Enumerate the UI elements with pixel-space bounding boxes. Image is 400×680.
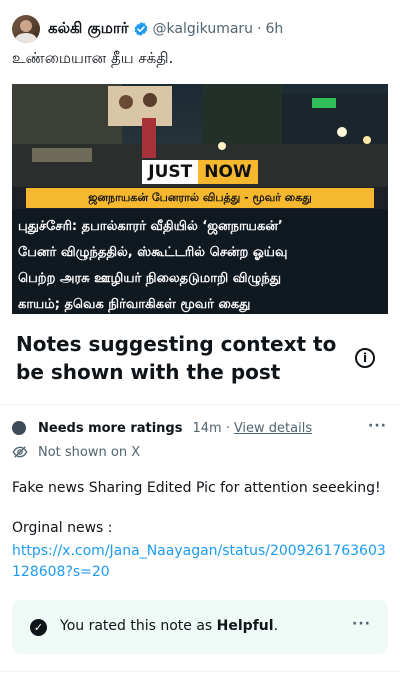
view-details-link[interactable]: View details <box>234 421 312 436</box>
just-now-badge-row: JUST NOW <box>12 160 388 184</box>
rating-more-icon[interactable]: ··· <box>352 616 371 632</box>
note-text: Fake news Sharing Edited Pic for attenti… <box>12 480 381 496</box>
rating-confirmation: ✓ You rated this note as Helpful. ··· <box>12 600 388 654</box>
just-now-badge: JUST NOW <box>142 160 258 184</box>
rated-text: You rated this note as Helpful. <box>60 618 278 634</box>
note-source-link[interactable]: https://x.com/Jana_Naayagan/status/20092… <box>12 541 388 583</box>
note-subtitle: Orginal news : <box>12 520 113 536</box>
divider <box>0 404 400 405</box>
status-dot-icon <box>12 421 26 435</box>
note-time: 14m <box>192 420 222 436</box>
rated-value: Helpful <box>216 618 274 634</box>
info-icon[interactable]: i <box>355 348 375 368</box>
news-body-line: பேனர் விழுந்ததில், ஸ்கூட்டரில் சென்ற ஓய்… <box>18 245 288 260</box>
dot-separator: · <box>257 21 262 37</box>
tweet-media-image[interactable]: JUST NOW ஜனநாயகன் பேனரால் விபத்து - மூவர… <box>12 84 388 318</box>
tweet-header: கல்கி குமார் @kalgikumaru · 6h <box>12 14 283 44</box>
badge-just: JUST <box>142 160 199 184</box>
not-shown-label: Not shown on X <box>38 444 141 460</box>
notes-title: Notes suggesting context to be shown wit… <box>16 332 337 384</box>
note-status-row: Needs more ratings 14m · View details <box>12 418 312 438</box>
community-notes-sheet: Notes suggesting context to be shown wit… <box>0 314 400 680</box>
status-label: Needs more ratings <box>38 420 183 436</box>
rated-suffix: . <box>273 618 279 634</box>
tweet-text: உண்மையான தீய சக்தி. <box>12 49 174 67</box>
not-shown-row: Not shown on X <box>12 442 140 462</box>
dot-separator: · <box>225 420 230 436</box>
badge-now: NOW <box>198 160 258 184</box>
post-time[interactable]: 6h <box>266 21 284 37</box>
news-body: புதுச்சேரி: தபால்காரர் வீதியில் ‘ஜனநாயகன… <box>18 214 384 318</box>
verified-badge-icon <box>134 22 147 36</box>
news-body-line: பெற்ற அரசு ஊழியர் நிலைதடுமாறி விழுந்து <box>18 271 281 286</box>
note-more-icon[interactable]: ··· <box>368 418 387 434</box>
news-body-line: புதுச்சேரி: தபால்காரர் வீதியில் ‘ஜனநாயகன… <box>18 219 283 234</box>
author-handle[interactable]: @kalgikumaru <box>153 21 254 37</box>
bottom-divider <box>0 671 400 672</box>
rated-prefix: You rated this note as <box>60 618 217 634</box>
author-avatar[interactable] <box>12 15 40 43</box>
eye-off-icon <box>12 446 28 458</box>
news-subheadline: ஜனநாயகன் பேனரால் விபத்து - மூவர் கைது <box>26 188 374 208</box>
tweet-card[interactable]: கல்கி குமார் @kalgikumaru · 6h உண்மையான … <box>0 0 400 318</box>
author-name[interactable]: கல்கி குமார் <box>48 19 129 39</box>
check-circle-icon: ✓ <box>30 619 47 636</box>
